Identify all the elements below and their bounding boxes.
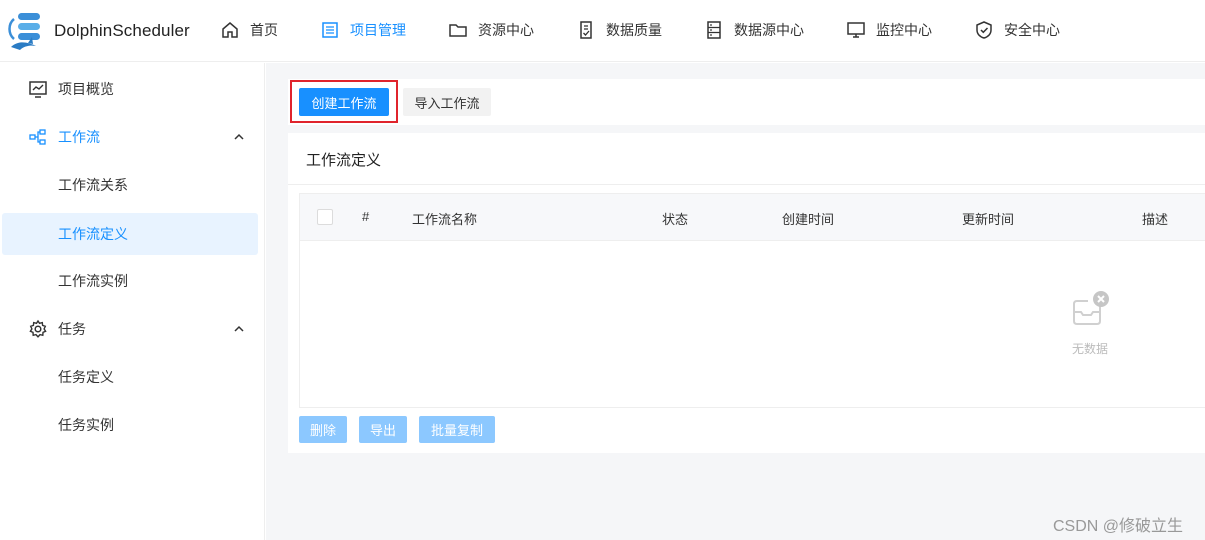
workflow-table: # 工作流名称 状态 创建时间 更新时间 描述 无数据 xyxy=(299,193,1205,408)
nav-item-project[interactable]: 项目管理 xyxy=(320,18,406,42)
app-name: DolphinScheduler xyxy=(54,21,190,40)
sidebar-item-label: 任务定义 xyxy=(58,369,114,385)
import-workflow-button[interactable]: 导入工作流 xyxy=(403,88,491,116)
chevron-up-icon[interactable] xyxy=(232,130,246,144)
sidebar-item-workflow-definition[interactable]: 工作流定义 xyxy=(2,213,258,255)
nav-item-datasource[interactable]: 数据源中心 xyxy=(704,18,804,42)
database-icon xyxy=(707,21,721,39)
nav-item-security[interactable]: 安全中心 xyxy=(974,18,1060,42)
sidebar-item-label: 项目概览 xyxy=(58,81,114,97)
sidebar-group-task[interactable]: 任务 xyxy=(0,308,265,350)
table-header: # 工作流名称 状态 创建时间 更新时间 描述 xyxy=(300,194,1205,241)
sidebar-item-label: 工作流 xyxy=(58,129,100,145)
batch-copy-button[interactable]: 批量复制 xyxy=(419,416,495,443)
column-header-description: 描述 xyxy=(1142,212,1169,227)
sidebar-item-workflow-relation[interactable]: 工作流关系 xyxy=(0,164,265,206)
sidebar-item-workflow-instance[interactable]: 工作流实例 xyxy=(0,260,265,302)
sidebar: 项目概览 工作流 工作流关系 工作流定义 工作流实例 任务 任务定义 任务实例 xyxy=(0,63,265,540)
document-check-icon xyxy=(580,21,592,39)
chart-overview-icon xyxy=(29,81,47,98)
nav-item-label: 项目管理 xyxy=(350,22,406,38)
column-header-index: # xyxy=(362,209,370,224)
nav-item-label: 安全中心 xyxy=(1004,22,1060,38)
shield-icon xyxy=(976,21,992,39)
select-all-checkbox[interactable] xyxy=(317,209,333,225)
sidebar-group-workflow[interactable]: 工作流 xyxy=(0,116,265,158)
column-header-update-time: 更新时间 xyxy=(962,212,1015,227)
sidebar-item-label: 工作流关系 xyxy=(58,177,128,193)
empty-text: 无数据 xyxy=(1071,342,1108,356)
column-header-status: 状态 xyxy=(662,212,689,227)
dolphin-logo-icon xyxy=(8,13,40,50)
workflow-definition-card: 工作流定义 # 工作流名称 状态 创建时间 更新时间 描述 无数据 删除 导出 … xyxy=(288,133,1205,453)
nav-item-monitor[interactable]: 监控中心 xyxy=(846,18,932,42)
nav-item-label: 监控中心 xyxy=(876,22,932,38)
nav-item-label: 数据质量 xyxy=(606,22,662,38)
empty-data-icon xyxy=(1073,291,1109,325)
nav-item-data-quality[interactable]: 数据质量 xyxy=(576,18,662,42)
empty-state: 无数据 xyxy=(1070,290,1110,356)
folder-icon xyxy=(449,24,467,37)
nav-item-resource[interactable]: 资源中心 xyxy=(448,18,534,42)
sidebar-item-label: 任务实例 xyxy=(58,417,114,433)
nav-item-label: 资源中心 xyxy=(478,22,534,38)
sidebar-item-project-overview[interactable]: 项目概览 xyxy=(0,68,265,110)
divider xyxy=(288,184,1205,185)
column-header-create-time: 创建时间 xyxy=(782,212,835,227)
nav-item-label: 首页 xyxy=(250,22,278,38)
watermark: CSDN @修破立生 xyxy=(1053,518,1184,535)
sidebar-item-task-definition[interactable]: 任务定义 xyxy=(0,356,265,398)
sidebar-item-label: 工作流定义 xyxy=(58,226,128,242)
chevron-up-icon[interactable] xyxy=(232,322,246,336)
card-title: 工作流定义 xyxy=(306,152,382,169)
nav-item-label: 数据源中心 xyxy=(734,22,804,38)
main-content: 创建工作流 导入工作流 工作流定义 # 工作流名称 状态 创建时间 更新时间 描… xyxy=(266,63,1205,540)
workflow-icon xyxy=(29,129,46,145)
sidebar-item-label: 任务 xyxy=(58,321,86,337)
top-header: DolphinScheduler 首页 项目管理 资源中心 数据质量 数据源中心… xyxy=(0,0,1205,62)
column-header-name: 工作流名称 xyxy=(412,212,478,227)
create-workflow-button[interactable]: 创建工作流 xyxy=(299,88,389,116)
monitor-icon xyxy=(847,22,865,38)
sidebar-item-task-instance[interactable]: 任务实例 xyxy=(0,404,265,446)
sidebar-item-label: 工作流实例 xyxy=(58,273,128,289)
delete-button[interactable]: 删除 xyxy=(299,416,347,443)
app-logo[interactable]: DolphinScheduler xyxy=(6,10,190,52)
gear-icon xyxy=(29,319,47,338)
nav-item-home[interactable]: 首页 xyxy=(220,18,278,42)
project-list-icon xyxy=(322,22,338,38)
home-icon xyxy=(222,22,238,38)
export-button[interactable]: 导出 xyxy=(359,416,407,443)
